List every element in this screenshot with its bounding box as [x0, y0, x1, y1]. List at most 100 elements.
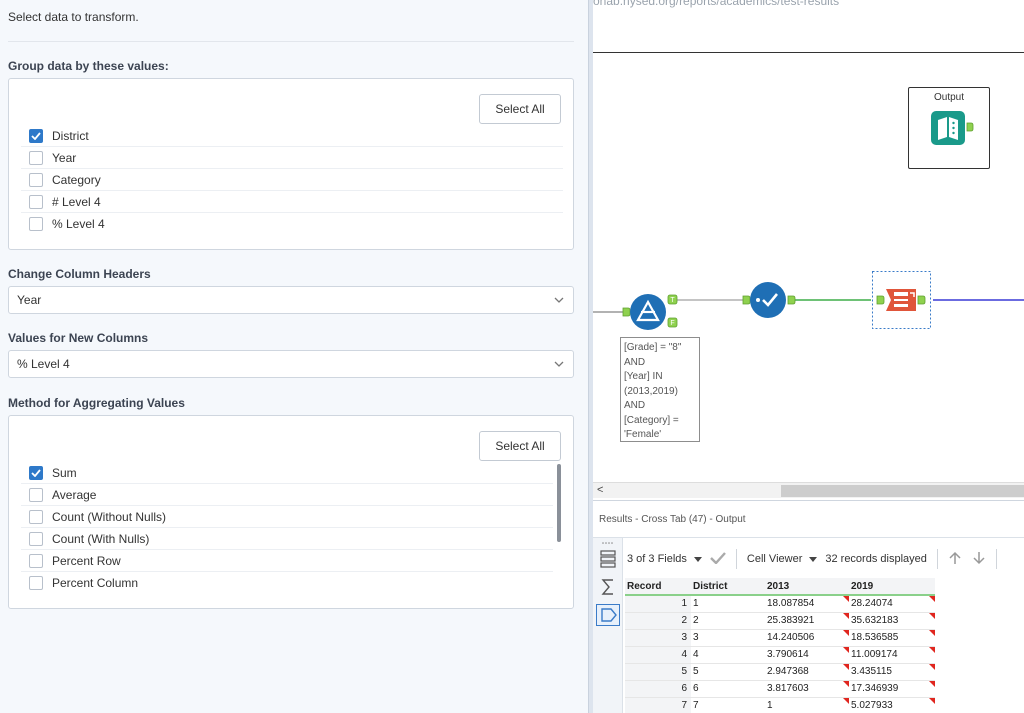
divider-line [8, 41, 574, 42]
checkbox-row[interactable]: Count (Without Nulls) [21, 506, 553, 528]
data-view-icon[interactable] [600, 550, 616, 568]
table-cell[interactable]: 3.790614 [765, 646, 849, 664]
canvas-top-border [593, 52, 1024, 53]
scroll-left-arrow[interactable]: < [597, 484, 603, 496]
cross-tab-tool-icon[interactable] [872, 271, 934, 329]
fields-selector[interactable]: 3 of 3 Fields [627, 553, 687, 565]
table-cell[interactable]: 17.346939 [849, 680, 935, 698]
scrollbar-thumb[interactable] [781, 485, 1024, 497]
table-row[interactable]: 7 7 1 5.027933 [625, 697, 935, 713]
checkbox-label: District [52, 128, 89, 143]
table-cell[interactable]: 2 [691, 612, 765, 630]
new-columns-values-dropdown[interactable]: % Level 4 [8, 350, 574, 378]
checkbox-row[interactable]: Average [21, 484, 553, 506]
table-cell[interactable]: 5 [691, 663, 765, 681]
checkbox-label: # Level 4 [52, 194, 101, 209]
table-cell[interactable]: 7 [691, 697, 765, 713]
records-count: 32 records displayed [825, 553, 927, 565]
table-row[interactable]: 3 3 14.240506 18.536585 [625, 629, 935, 647]
annotation-line: [Year] IN [624, 371, 663, 382]
record-number-cell[interactable]: 1 [625, 595, 691, 613]
record-number-cell[interactable]: 2 [625, 612, 691, 630]
record-number-cell[interactable]: 5 [625, 663, 691, 681]
record-number-cell[interactable]: 6 [625, 680, 691, 698]
annotation-line: (2013,2019) [624, 385, 678, 397]
tag-tab[interactable] [596, 604, 620, 626]
checkbox[interactable] [29, 576, 43, 590]
checkbox-row[interactable]: District [21, 125, 563, 147]
table-cell[interactable]: 2.947368 [765, 663, 849, 681]
config-panel: Select data to transform. Group data by … [0, 0, 588, 713]
table-cell[interactable]: 1 [691, 595, 765, 613]
table-cell[interactable]: 18.087854 [765, 595, 849, 613]
annotation-line: AND [624, 400, 646, 411]
truncation-marker-icon [929, 663, 935, 670]
table-cell[interactable]: 1 [765, 697, 849, 713]
table-row[interactable]: 5 5 2.947368 3.435115 [625, 663, 935, 681]
arrow-down-icon[interactable] [972, 551, 986, 568]
method-select-all-button[interactable]: Select All [479, 431, 561, 461]
cell-viewer-dropdown[interactable]: Cell Viewer [747, 553, 802, 565]
checkbox[interactable] [29, 487, 43, 502]
checkbox[interactable] [29, 194, 43, 209]
metadata-icon[interactable] [600, 578, 616, 596]
workflow-canvas[interactable]: onab.nysed.org/reports/academics/test-re… [593, 0, 1024, 500]
column-header[interactable]: Record [625, 578, 691, 596]
group-select-all-button[interactable]: Select All [479, 94, 561, 124]
filter-tool-icon[interactable]: T F [619, 290, 681, 334]
column-header[interactable]: District [691, 578, 765, 596]
table-cell[interactable]: 5.027933 [849, 697, 935, 713]
record-number-cell[interactable]: 3 [625, 629, 691, 647]
table-row[interactable]: 2 2 25.383921 35.632183 [625, 612, 935, 630]
checkbox-row[interactable]: Percent Row [21, 550, 553, 572]
checkbox-row[interactable]: Sum [21, 462, 553, 484]
column-headers-dropdown[interactable]: Year [8, 286, 574, 314]
table-cell[interactable]: 3.817603 [765, 680, 849, 698]
column-header[interactable]: 2013 [765, 578, 849, 596]
checkbox-checked[interactable] [29, 465, 43, 480]
output-container[interactable]: Output [908, 87, 990, 169]
table-row[interactable]: 6 6 3.817603 17.346939 [625, 680, 935, 698]
table-cell[interactable]: 18.536585 [849, 629, 935, 647]
toolbar-divider [995, 549, 997, 569]
table-row[interactable]: 1 1 18.087854 28.24074 [625, 595, 935, 613]
check-icon[interactable] [710, 551, 726, 567]
checkbox-row[interactable]: Year [21, 147, 563, 169]
table-cell[interactable]: 28.24074 [849, 595, 935, 613]
column-header[interactable]: 2019 [849, 578, 935, 596]
checkbox[interactable] [29, 531, 43, 546]
checkbox-row[interactable]: % Level 4 [21, 213, 563, 235]
svg-text:T: T [670, 297, 675, 304]
canvas-horizontal-scrollbar[interactable]: < [593, 482, 1024, 498]
table-cell[interactable]: 14.240506 [765, 629, 849, 647]
checkbox[interactable] [29, 150, 43, 165]
checkbox-row[interactable]: # Level 4 [21, 191, 563, 213]
checkbox[interactable] [29, 509, 43, 524]
checkbox-row[interactable]: Percent Column [21, 572, 553, 594]
table-row[interactable]: 4 4 3.790614 11.009174 [625, 646, 935, 664]
chevron-down-icon [545, 361, 573, 367]
table-cell[interactable]: 35.632183 [849, 612, 935, 630]
table-cell[interactable]: 3.435115 [849, 663, 935, 681]
table-cell[interactable]: 3 [691, 629, 765, 647]
checkbox-checked[interactable] [29, 128, 43, 143]
checkbox[interactable] [29, 172, 43, 187]
checkbox[interactable] [29, 217, 43, 231]
checkbox-row[interactable]: Category [21, 169, 563, 191]
record-number-cell[interactable]: 4 [625, 646, 691, 664]
caret-down-icon[interactable] [693, 553, 702, 565]
checkbox-row[interactable]: Count (With Nulls) [21, 528, 553, 550]
checkbox-label: % Level 4 [52, 217, 105, 231]
record-number-cell[interactable]: 7 [625, 697, 691, 713]
checkbox-label: Percent Row [52, 553, 121, 568]
caret-down-icon[interactable] [809, 553, 818, 565]
table-cell[interactable]: 11.009174 [849, 646, 935, 664]
arrow-up-icon[interactable] [948, 551, 962, 568]
select-tool-icon[interactable] [739, 280, 797, 320]
browse-tool-icon[interactable] [931, 109, 975, 145]
table-cell[interactable]: 4 [691, 646, 765, 664]
method-list-scrollbar[interactable] [557, 464, 561, 542]
table-cell[interactable]: 25.383921 [765, 612, 849, 630]
checkbox[interactable] [29, 553, 43, 568]
table-cell[interactable]: 6 [691, 680, 765, 698]
